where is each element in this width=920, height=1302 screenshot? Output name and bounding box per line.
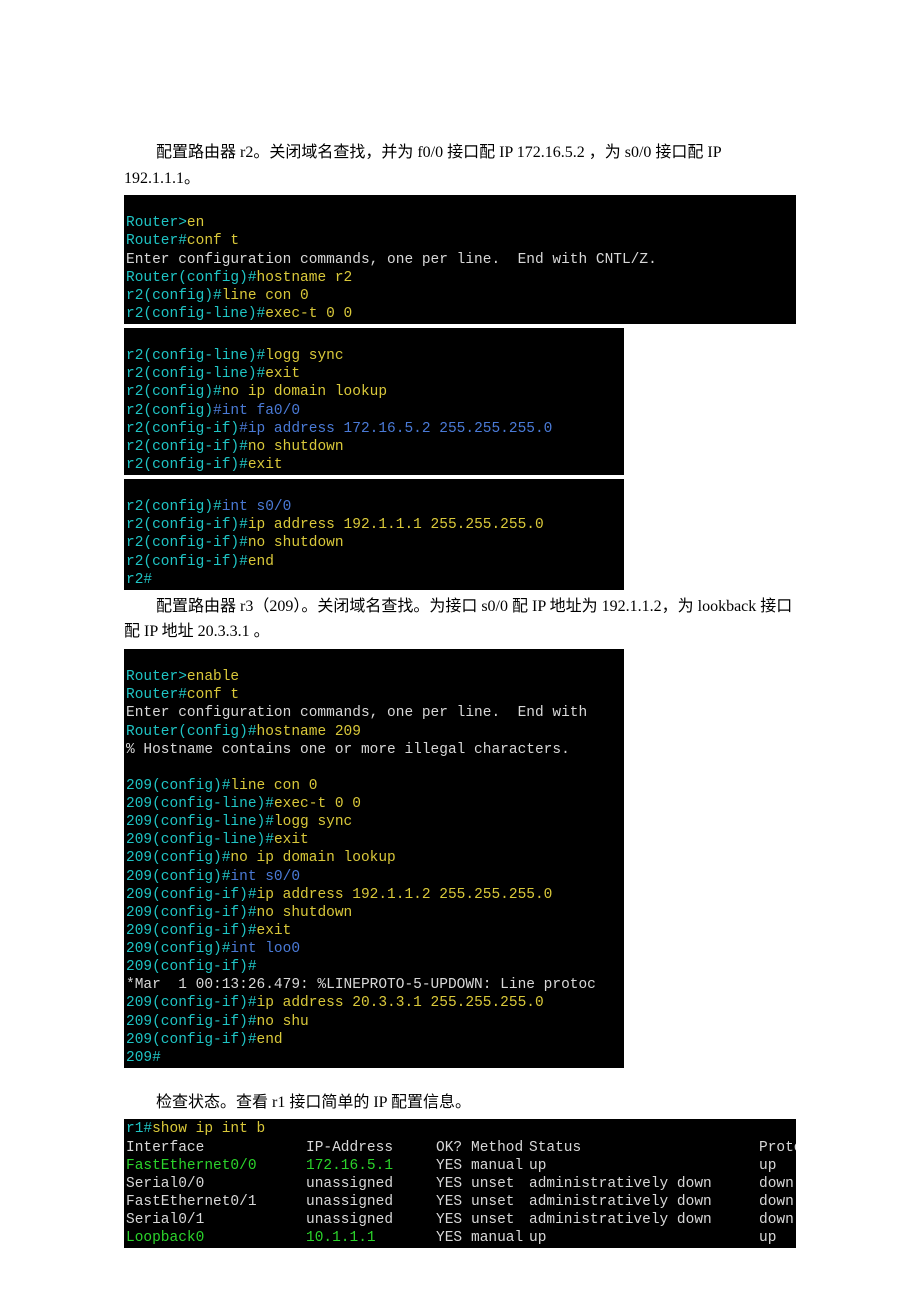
terminal-r2-part3: r2(config)#int s0/0 r2(config-if)#ip add… — [124, 479, 624, 590]
terminal-209: Router>enable Router#conf t Enter config… — [124, 649, 624, 1068]
terminal-r2-part2: r2(config-line)#logg sync r2(config-line… — [124, 328, 624, 475]
paragraph-1: 配置路由器 r2。关闭域名查找，并为 f0/0 接口配 IP 172.16.5.… — [124, 140, 796, 191]
paragraph-3: 检查状态。查看 r1 接口简单的 IP 配置信息。 — [124, 1090, 796, 1116]
paragraph-2: 配置路由器 r3（209）。关闭域名查找。为接口 s0/0 配 IP 地址为 1… — [124, 594, 796, 645]
terminal-r2-part1: Router>en Router#conf t Enter configurat… — [124, 195, 796, 324]
terminal-r1-show: r1#show ip int b InterfaceIP-AddressOK?M… — [124, 1119, 796, 1248]
